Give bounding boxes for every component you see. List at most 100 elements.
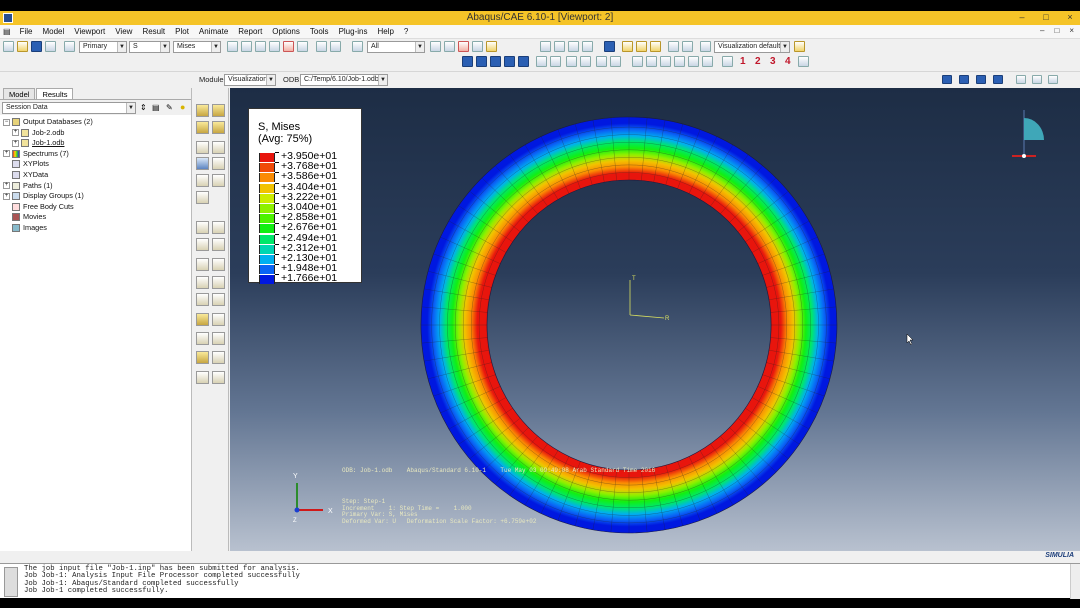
display-group-manager-icon[interactable]: [212, 332, 225, 345]
plot-symbol-icon[interactable]: [504, 56, 515, 67]
field-output-icon[interactable]: [64, 41, 75, 52]
operate-xy-icon[interactable]: [196, 276, 209, 289]
result-step-icon[interactable]: [212, 104, 225, 117]
view-front-icon[interactable]: [540, 41, 551, 52]
plot-contour-icon[interactable]: [490, 56, 501, 67]
animate-time-icon[interactable]: [212, 221, 225, 234]
menu-report[interactable]: Report: [233, 27, 267, 36]
tree-item-output-databases[interactable]: − Output Databases (2): [3, 117, 191, 128]
defaults-icon[interactable]: [700, 41, 711, 52]
menu-help[interactable]: Help: [372, 27, 398, 36]
overlay-icon[interactable]: [196, 371, 209, 384]
csys-icon-4[interactable]: [674, 56, 685, 67]
symbol-tool-icon[interactable]: [212, 157, 225, 170]
step-2-button[interactable]: 2: [755, 56, 761, 67]
step-4-button[interactable]: 4: [785, 56, 791, 67]
menu-icon[interactable]: ▤: [0, 27, 15, 36]
expand-icon[interactable]: +: [3, 192, 10, 200]
tree-item-spectrums[interactable]: + Spectrums (7): [3, 149, 191, 160]
tree-item-xyplots[interactable]: XYPlots: [3, 159, 191, 170]
display-group-icon[interactable]: [486, 41, 497, 52]
menu-model[interactable]: Model: [37, 27, 69, 36]
first-frame-icon[interactable]: [942, 75, 952, 84]
display-group-tool-icon[interactable]: [196, 332, 209, 345]
print-icon[interactable]: [45, 41, 56, 52]
module-select[interactable]: Visualization ▼: [224, 74, 276, 86]
tree-item-job1-odb[interactable]: + Job-1.odb: [3, 138, 191, 149]
view-iso-icon[interactable]: [568, 41, 579, 52]
open-icon[interactable]: [17, 41, 28, 52]
contour-tool-icon[interactable]: [196, 157, 209, 170]
plot-deformed-icon[interactable]: [476, 56, 487, 67]
viewport-restore-button[interactable]: □: [1054, 26, 1059, 35]
undeformed-tool-icon[interactable]: [196, 141, 209, 154]
menu-plugins[interactable]: Plug-ins: [334, 27, 373, 36]
csys-icon-5[interactable]: [688, 56, 699, 67]
remove-icon[interactable]: [458, 41, 469, 52]
invariant-select[interactable]: Mises ▼: [173, 41, 221, 53]
layer-manager-icon[interactable]: [212, 371, 225, 384]
legend-icon[interactable]: [610, 56, 621, 67]
tree-item-paths[interactable]: + Paths (1): [3, 181, 191, 192]
tree-item-display-groups[interactable]: + Display Groups (1): [3, 191, 191, 202]
plot-options-icon[interactable]: [196, 191, 209, 204]
menu-tools[interactable]: Tools: [305, 27, 334, 36]
pan-icon[interactable]: [227, 41, 238, 52]
collapse-icon[interactable]: −: [3, 118, 10, 126]
arrow-annotation-icon[interactable]: [580, 56, 591, 67]
tab-results[interactable]: Results: [36, 88, 74, 99]
viewport-canvas[interactable]: T R Y X Z S, Mises (Avg: 75%) +3.950e+01…: [230, 88, 1080, 551]
viewport-minimize-button[interactable]: –: [1040, 26, 1044, 35]
menu-animate[interactable]: Animate: [194, 27, 233, 36]
close-button[interactable]: ×: [1064, 12, 1076, 22]
expand-icon[interactable]: +: [3, 182, 10, 190]
hidden-icon[interactable]: [650, 41, 661, 52]
expand-icon[interactable]: +: [12, 139, 19, 147]
viewport-close-button[interactable]: ×: [1069, 26, 1074, 35]
plot-material-icon[interactable]: [518, 56, 529, 67]
deformed-tool-icon[interactable]: [212, 141, 225, 154]
material-orientation-icon[interactable]: [196, 174, 209, 187]
xy-manager-icon[interactable]: [212, 258, 225, 271]
highlight-icon[interactable]: [444, 41, 455, 52]
probe-icon[interactable]: [212, 351, 225, 364]
triad-icon[interactable]: [596, 56, 607, 67]
viewport-icon[interactable]: [682, 41, 693, 52]
message-scrollbar[interactable]: [1070, 564, 1080, 599]
create-xy-icon[interactable]: [196, 258, 209, 271]
render-style-icon[interactable]: [622, 41, 633, 52]
step-type-select[interactable]: Primary ▼: [79, 41, 127, 53]
selection-filter-select[interactable]: All ▼: [367, 41, 425, 53]
view-cut-icon[interactable]: [196, 313, 209, 326]
variable-select[interactable]: S ▼: [129, 41, 170, 53]
measure-icon[interactable]: [330, 41, 341, 52]
animation-options-icon[interactable]: [1016, 75, 1026, 84]
query-tool-icon[interactable]: [196, 351, 209, 364]
previous-frame-icon[interactable]: [959, 75, 969, 84]
text-annotation-icon[interactable]: [566, 56, 577, 67]
expand-icon[interactable]: +: [3, 150, 10, 158]
step-1-button[interactable]: 1: [740, 56, 746, 67]
zoom-icon[interactable]: [269, 41, 280, 52]
minimize-button[interactable]: –: [1016, 12, 1028, 22]
view-cut-manager-icon[interactable]: [212, 313, 225, 326]
view-top-icon[interactable]: [582, 41, 593, 52]
xy-options-icon[interactable]: [212, 276, 225, 289]
next-frame-icon[interactable]: [976, 75, 986, 84]
tree-item-job2-odb[interactable]: + Job-2.odb: [3, 128, 191, 139]
view-back-icon[interactable]: [554, 41, 565, 52]
filter-icon[interactable]: ▤: [152, 103, 160, 112]
lightbulb-icon[interactable]: ●: [180, 102, 185, 112]
message-toggle-icon[interactable]: [4, 567, 18, 597]
box-zoom-icon[interactable]: [283, 41, 294, 52]
tools-icon[interactable]: ✎: [166, 103, 173, 112]
menu-result[interactable]: Result: [137, 27, 170, 36]
tree-item-images[interactable]: Images: [3, 223, 191, 234]
frame-icon[interactable]: [798, 56, 809, 67]
tree-item-free-body-cuts[interactable]: Free Body Cuts: [3, 202, 191, 213]
tree-item-xydata[interactable]: XYData: [3, 170, 191, 181]
replace-icon[interactable]: [472, 41, 483, 52]
movie-icon[interactable]: [1048, 75, 1058, 84]
result-tool-icon[interactable]: [196, 104, 209, 117]
menu-viewport[interactable]: Viewport: [69, 27, 110, 36]
